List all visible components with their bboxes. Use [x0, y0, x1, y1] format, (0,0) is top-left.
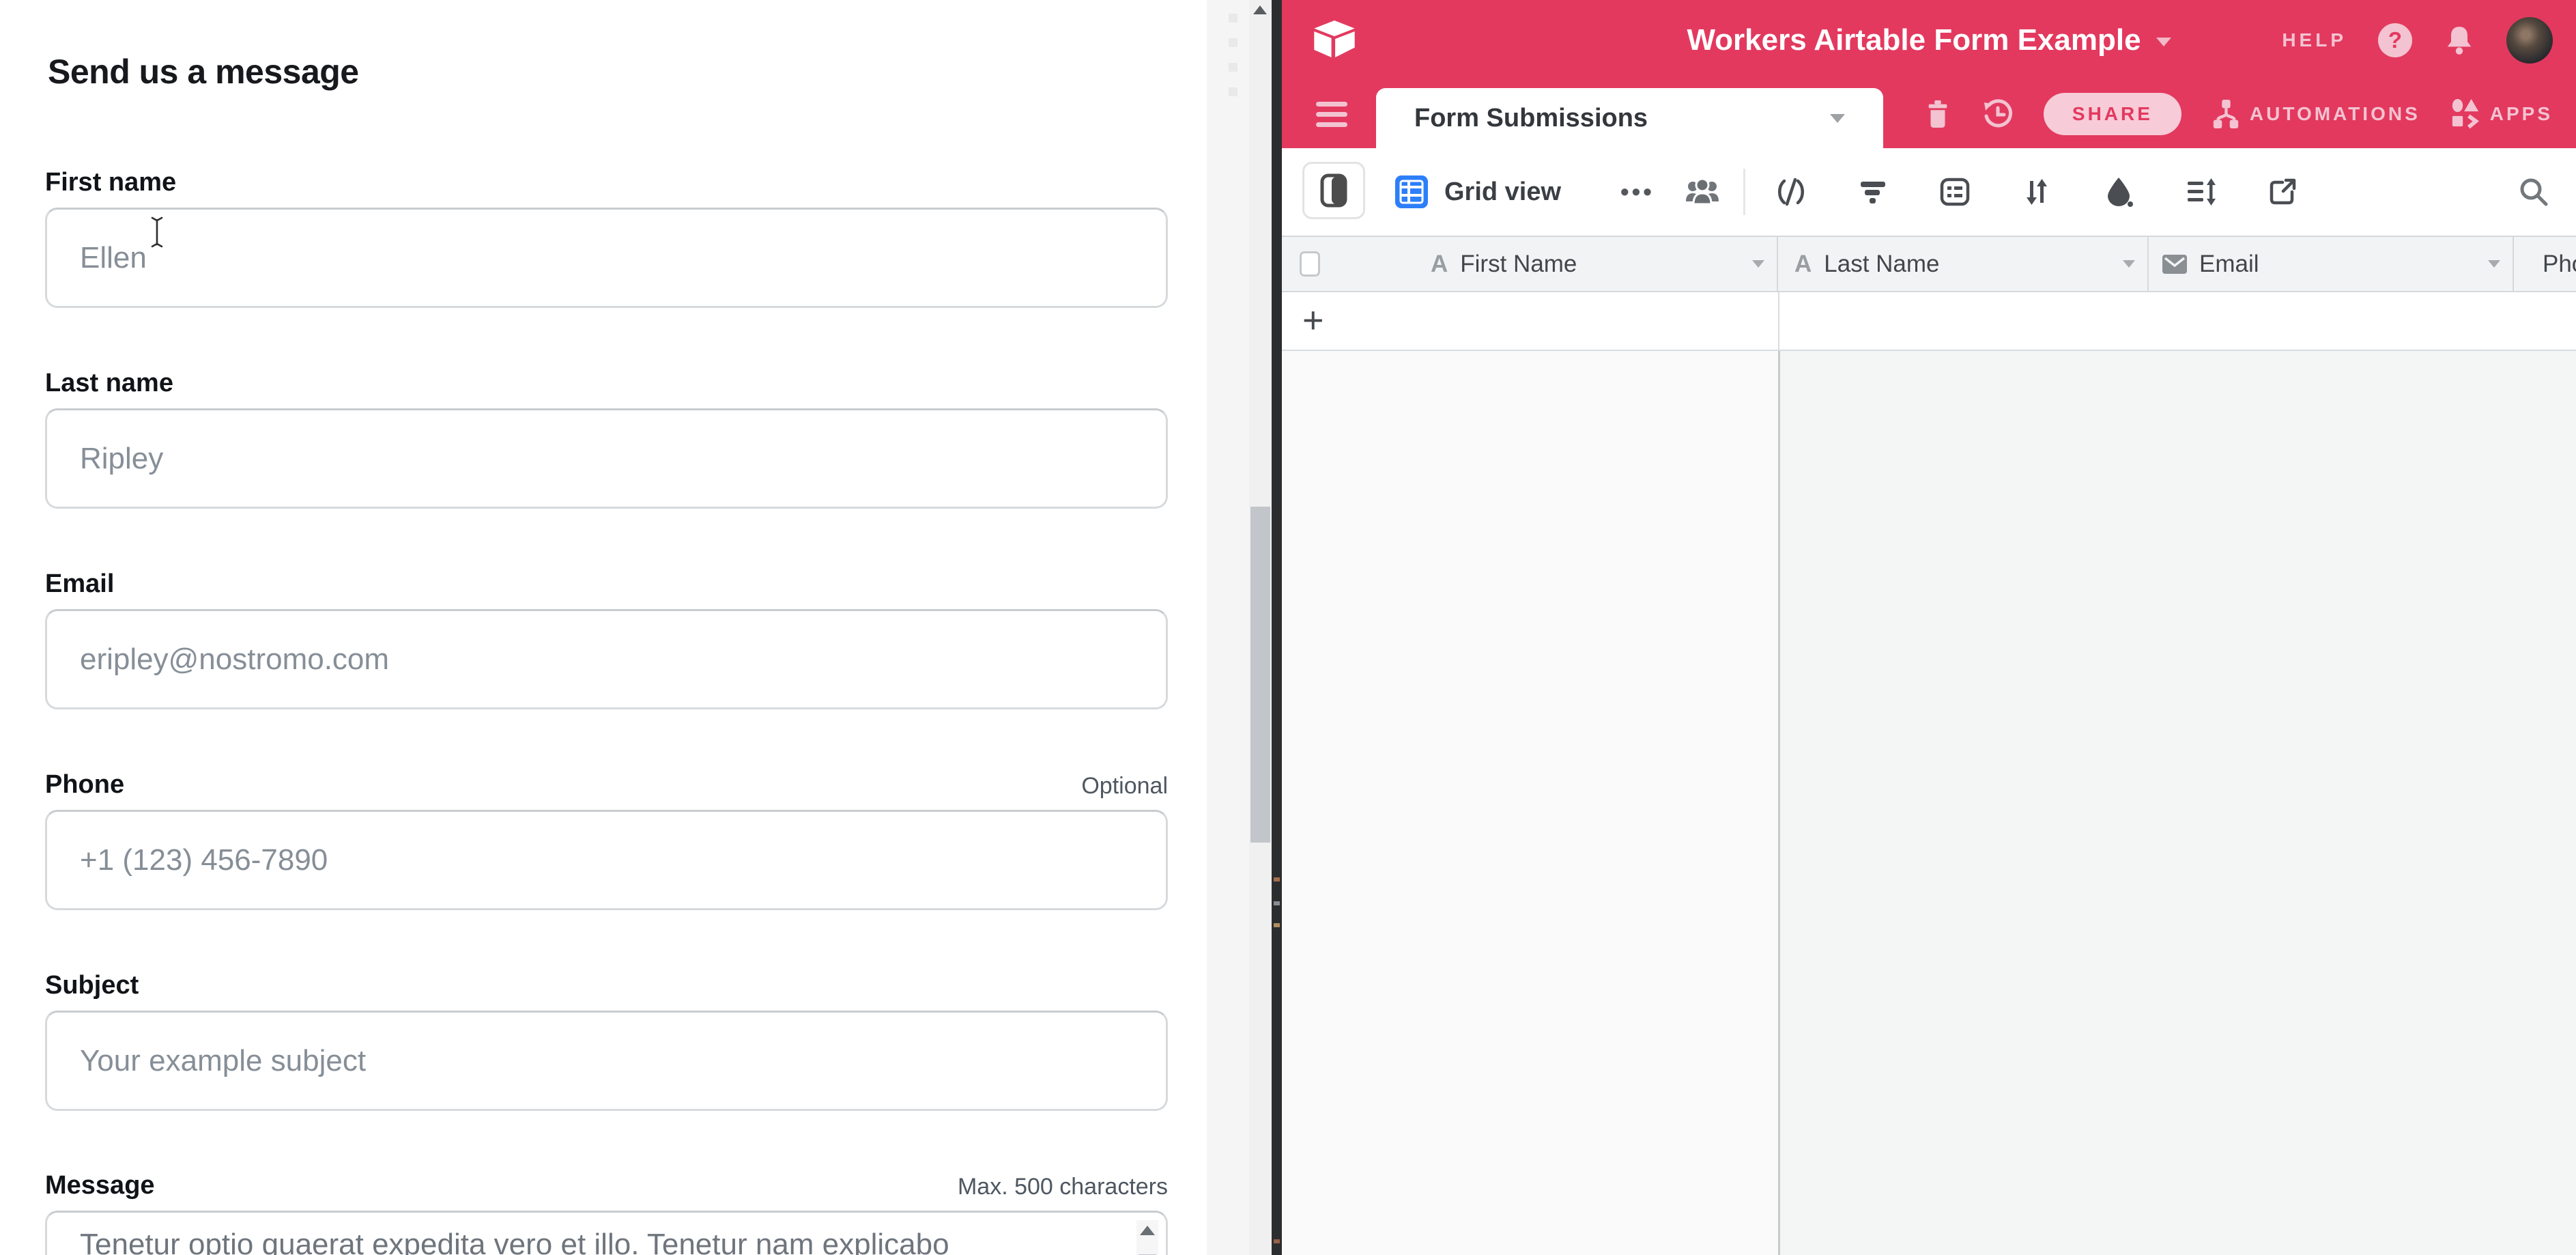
add-row-row[interactable]: +: [1282, 292, 2576, 351]
base-title-caret-icon[interactable]: [2156, 38, 2171, 46]
grid-header-row: A First Name A Last Name Email: [1282, 236, 2576, 292]
column-caret-icon[interactable]: [1752, 260, 1764, 268]
screen: Send us a message First name Last name E…: [0, 0, 2576, 1255]
divider-artifact: [1274, 1239, 1280, 1243]
scrollbar-thumb[interactable]: [1250, 507, 1270, 843]
airtable-tabbar: Form Submissions SHARE: [1282, 80, 2576, 148]
notifications-bell-icon[interactable]: [2444, 24, 2475, 57]
table-name: Form Submissions: [1414, 104, 1648, 133]
airtable-topbar: Workers Airtable Form Example HELP ?: [1282, 0, 2576, 80]
color-icon[interactable]: [2102, 175, 2135, 208]
divider-artifact: [1274, 923, 1280, 927]
grid-body: [1282, 351, 2576, 1255]
first-name-label: First name: [45, 168, 176, 197]
divider-artifact: [1274, 877, 1280, 882]
text-field-icon: A: [1431, 251, 1448, 278]
column-header-email[interactable]: Email: [2149, 237, 2514, 291]
last-name-input[interactable]: [45, 408, 1168, 509]
share-button[interactable]: SHARE: [2044, 93, 2181, 135]
scroll-up-arrow-icon[interactable]: [1140, 1226, 1155, 1235]
email-label: Email: [45, 569, 114, 599]
user-avatar[interactable]: [2506, 17, 2553, 64]
phone-input[interactable]: [45, 810, 1168, 910]
sort-icon[interactable]: [2020, 175, 2053, 208]
trash-icon[interactable]: [1923, 98, 1952, 130]
view-name: Grid view: [1444, 178, 1561, 207]
apps-button[interactable]: APPS: [2450, 98, 2553, 130]
subject-input[interactable]: [45, 1011, 1168, 1111]
page-title: Send us a message: [48, 52, 359, 91]
help-button[interactable]: HELP: [2282, 29, 2347, 51]
help-circle-icon[interactable]: ?: [2378, 23, 2412, 57]
window-divider: [1272, 0, 1282, 1255]
column-divider: [1778, 292, 1779, 350]
first-name-field: First name: [45, 166, 1168, 308]
message-maxchars-note: Max. 500 characters: [958, 1174, 1168, 1200]
table-caret-icon[interactable]: [1830, 114, 1845, 123]
history-icon[interactable]: [1982, 98, 2014, 130]
text-cursor-icon: [150, 216, 164, 249]
divider-artifact: [1274, 901, 1280, 905]
phone-label: Phone: [45, 770, 124, 800]
apps-label: APPS: [2490, 103, 2553, 125]
message-textarea[interactable]: Tenetur optio quaerat expedita vero et i…: [45, 1211, 1168, 1255]
subject-label: Subject: [45, 971, 139, 1000]
apps-icon: [2450, 98, 2480, 130]
sidebar-menu-icon[interactable]: [1316, 102, 1347, 127]
gutter-dot: [1229, 63, 1237, 72]
hide-fields-icon[interactable]: [1775, 175, 1807, 208]
last-name-field: Last name: [45, 367, 1168, 509]
grid-body-right: [1780, 351, 2576, 1255]
airtable-pane: Workers Airtable Form Example HELP ? For…: [1282, 0, 2576, 1255]
message-field: Message Max. 500 characters Tenetur opti…: [45, 1169, 1168, 1255]
email-field: Email: [45, 567, 1168, 709]
first-name-input[interactable]: [45, 208, 1168, 308]
subject-field: Subject: [45, 969, 1168, 1111]
table-tab-form-submissions[interactable]: Form Submissions: [1376, 88, 1883, 148]
toolbar-divider: [1743, 169, 1745, 215]
column-header-first-name[interactable]: A First Name: [1282, 237, 1778, 291]
automations-label: AUTOMATIONS: [2250, 103, 2420, 125]
column-header-last-name[interactable]: A Last Name: [1778, 237, 2149, 291]
gutter-dot: [1229, 87, 1237, 96]
contact-form-pane: Send us a message First name Last name E…: [0, 0, 1207, 1255]
email-field-icon: [2162, 255, 2187, 274]
view-toolbar: Grid view •••: [1282, 148, 2576, 236]
collaborators-icon[interactable]: [1685, 148, 1720, 236]
gutter-dot: [1229, 14, 1237, 23]
grid-view-icon: [1395, 175, 1428, 208]
automations-button[interactable]: AUTOMATIONS: [2212, 98, 2420, 130]
share-view-icon[interactable]: [2266, 175, 2299, 208]
column-caret-icon[interactable]: [2123, 260, 2135, 268]
textarea-scrollbar[interactable]: [1136, 1220, 1158, 1255]
search-button[interactable]: [2517, 148, 2550, 236]
group-icon[interactable]: [1938, 175, 1971, 208]
automations-icon: [2212, 98, 2240, 130]
last-name-label: Last name: [45, 369, 173, 398]
sidebar-toggle-icon: [1320, 173, 1347, 208]
phone-optional-note: Optional: [1081, 773, 1168, 800]
filter-icon[interactable]: [1857, 175, 1889, 208]
message-label: Message: [45, 1171, 155, 1200]
scrollbar-up-arrow-icon[interactable]: [1253, 5, 1267, 14]
column-caret-icon[interactable]: [2488, 260, 2500, 268]
add-row-plus-icon[interactable]: +: [1302, 292, 1324, 348]
grid-body-left: [1282, 351, 1778, 1255]
view-sidebar-toggle-button[interactable]: [1302, 162, 1365, 219]
phone-field: Phone Optional: [45, 768, 1168, 910]
search-icon: [2517, 175, 2550, 208]
form-page-gutter: [1207, 0, 1249, 1255]
base-title[interactable]: Workers Airtable Form Example: [1687, 23, 2141, 57]
text-field-icon: A: [1794, 251, 1812, 278]
email-input[interactable]: [45, 609, 1168, 709]
column-header-phone[interactable]: Phone: [2514, 237, 2576, 291]
row-height-icon[interactable]: [2184, 175, 2217, 208]
more-options-icon[interactable]: •••: [1620, 148, 1655, 236]
view-switcher[interactable]: Grid view: [1395, 148, 1561, 236]
gutter-dot: [1229, 38, 1237, 47]
